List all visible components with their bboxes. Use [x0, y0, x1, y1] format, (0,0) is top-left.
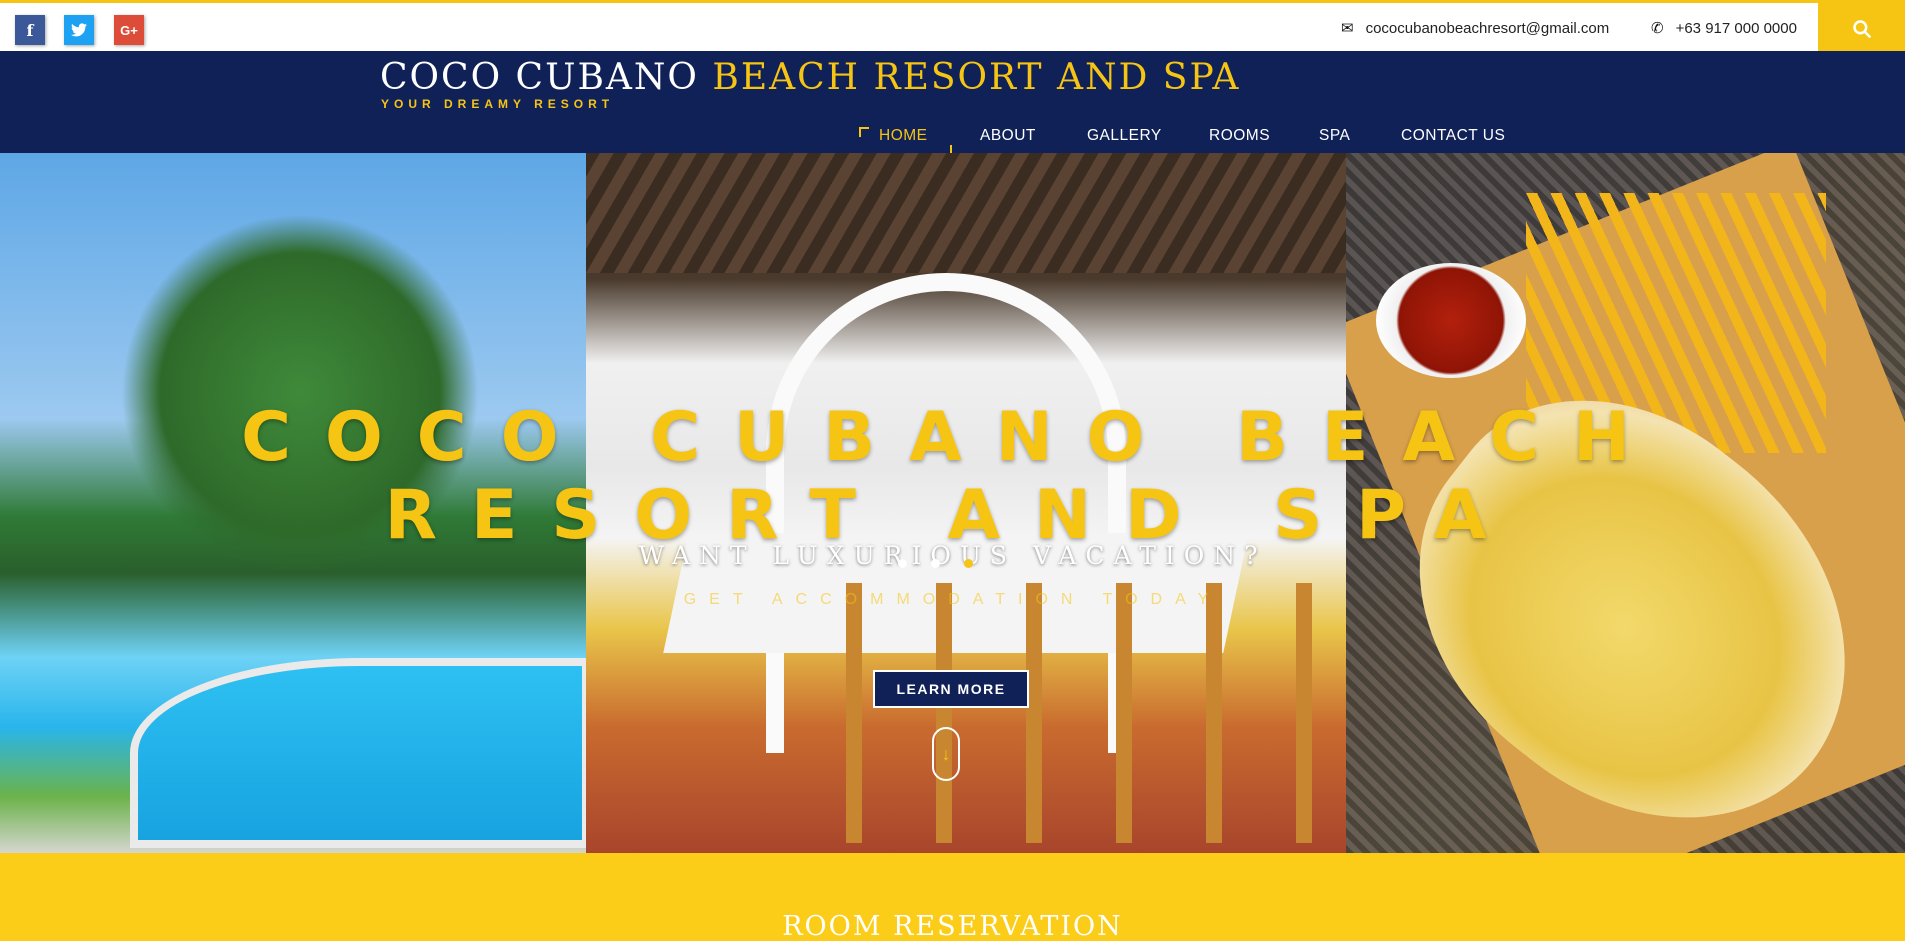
- nav-contact-us[interactable]: CONTACT US: [1401, 127, 1505, 145]
- search-button[interactable]: [1818, 3, 1905, 54]
- chairs-shape: [846, 583, 1326, 843]
- hero-subtitle-secondary: GET ACCOMMODATION TODAY: [683, 591, 1222, 608]
- reservation-section: ROOM RESERVATION: [0, 853, 1905, 942]
- nav-spa[interactable]: SPA: [1319, 127, 1350, 145]
- top-bar: f G+ ✉ cococubanobeachresort@gmail.com ✆…: [0, 0, 1905, 54]
- email-text: cococubanobeachresort@gmail.com: [1365, 19, 1610, 37]
- nav-home[interactable]: HOME: [879, 127, 928, 145]
- brand-name-white: COCO CUBANO: [380, 57, 699, 98]
- scroll-down-button[interactable]: ↓: [932, 727, 960, 781]
- search-icon: [1852, 19, 1871, 38]
- arrow-down-icon: ↓: [941, 743, 951, 764]
- contact-email[interactable]: ✉ cococubanobeachresort@gmail.com: [1341, 19, 1610, 38]
- pool-shape: [130, 658, 586, 848]
- envelope-icon: ✉: [1341, 20, 1354, 37]
- slider-dot-3[interactable]: [964, 559, 973, 568]
- nav-rooms[interactable]: ROOMS: [1209, 127, 1270, 145]
- reservation-title: ROOM RESERVATION: [782, 911, 1123, 942]
- phone-text: +63 917 000 0000: [1675, 19, 1797, 37]
- main-header: COCO CUBANO BEACH RESORT AND SPA YOUR DR…: [0, 51, 1905, 155]
- hero-title: COCO CUBANO BEACH RESORT AND SPA: [0, 399, 1905, 555]
- site-logo[interactable]: COCO CUBANO BEACH RESORT AND SPA: [380, 57, 1240, 98]
- slider-dots: [898, 559, 973, 568]
- slider-dot-1[interactable]: [898, 559, 907, 568]
- twitter-bird-icon: [71, 23, 87, 37]
- nav-gallery[interactable]: GALLERY: [1087, 127, 1162, 145]
- active-corner-left: [859, 127, 869, 137]
- google-plus-label: G+: [120, 22, 138, 38]
- hero-title-line1: COCO CUBANO BEACH: [241, 398, 1664, 477]
- hero-slider: COCO CUBANO BEACH RESORT AND SPA WANT LU…: [0, 153, 1905, 853]
- slider-dot-2[interactable]: [931, 559, 940, 568]
- learn-more-button[interactable]: LEARN MORE: [873, 670, 1029, 708]
- google-plus-icon[interactable]: G+: [114, 15, 144, 45]
- facebook-icon[interactable]: f: [15, 15, 45, 45]
- contact-phone[interactable]: ✆ +63 917 000 0000: [1651, 19, 1797, 38]
- brand-name-yellow: BEACH RESORT AND SPA: [712, 57, 1241, 98]
- ketchup-shape: [1376, 263, 1526, 378]
- phone-icon: ✆: [1651, 20, 1664, 37]
- nav-about[interactable]: ABOUT: [980, 127, 1036, 145]
- twitter-icon[interactable]: [64, 15, 94, 45]
- brand-tagline: YOUR DREAMY RESORT: [381, 97, 615, 111]
- roof-shape: [586, 153, 1346, 273]
- facebook-label: f: [26, 20, 34, 40]
